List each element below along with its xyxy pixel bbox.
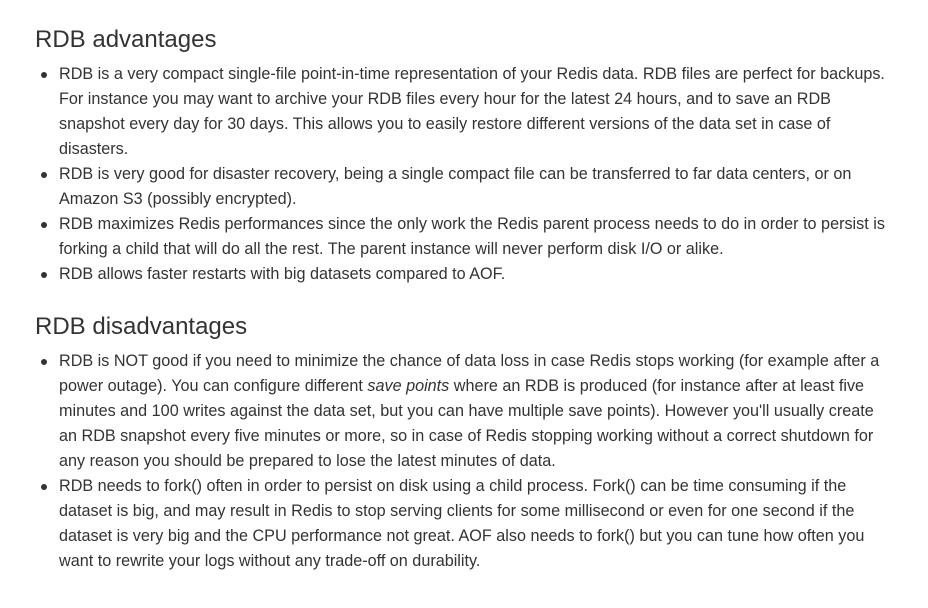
list-item-text: any reason you should be prepared to los…: [59, 452, 556, 470]
bullet-icon: [41, 484, 47, 490]
list-item-text: minutes and 100 writes against the data …: [59, 402, 874, 420]
text-segment: where an RDB is produced (for instance a…: [449, 377, 865, 395]
list-item-text: RDB needs to fork() often in order to pe…: [59, 477, 847, 495]
list-item-text: snapshot every day for 30 days. This all…: [59, 115, 831, 133]
list-item: RDB allows faster restarts with big data…: [35, 262, 893, 287]
advantages-list: RDB is a very compact single-file point-…: [35, 62, 893, 287]
bullet-icon: [41, 72, 47, 78]
list-item-text: RDB allows faster restarts with big data…: [59, 265, 506, 283]
list-item-text: Amazon S3 (possibly encrypted).: [59, 190, 297, 208]
list-item-text: disasters.: [59, 140, 129, 158]
bullet-icon: [41, 272, 47, 278]
list-item: RDB is very good for disaster recovery, …: [35, 162, 893, 212]
list-item-text: power outage). You can configure differe…: [59, 374, 893, 399]
bullet-icon: [41, 172, 47, 178]
document-body: RDB advantages RDB is a very compact sin…: [0, 0, 893, 574]
list-item-text: RDB is very good for disaster recovery, …: [59, 165, 852, 183]
list-item: RDB maximizes Redis performances since t…: [35, 212, 893, 262]
advantages-heading: RDB advantages: [35, 26, 217, 53]
list-item-text: For instance you may want to archive you…: [59, 90, 831, 108]
bullet-icon: [41, 359, 47, 365]
list-item-text: RDB is a very compact single-file point-…: [59, 65, 885, 83]
disadvantages-heading: RDB disadvantages: [35, 313, 248, 340]
bullet-icon: [41, 222, 47, 228]
list-item: RDB needs to fork() often in order to pe…: [35, 474, 893, 574]
list-item: RDB is a very compact single-file point-…: [35, 62, 893, 162]
list-item: RDB is NOT good if you need to minimize …: [35, 349, 893, 474]
list-item-text: dataset is big, and may result in Redis …: [59, 502, 855, 520]
disadvantages-list: RDB is NOT good if you need to minimize …: [35, 349, 893, 574]
list-item-text: RDB is NOT good if you need to minimize …: [59, 352, 880, 370]
emphasis-save-points: save points: [367, 377, 450, 395]
text-segment: power outage). You can configure differe…: [59, 377, 368, 395]
list-item-text: dataset is very big and the CPU performa…: [59, 527, 865, 545]
list-item-text: want to rewrite your logs without any tr…: [59, 552, 481, 570]
list-item-text: forking a child that will do all the res…: [59, 240, 724, 258]
list-item-text: RDB maximizes Redis performances since t…: [59, 215, 885, 233]
list-item-text: an RDB snapshot every five minutes or mo…: [59, 427, 874, 445]
